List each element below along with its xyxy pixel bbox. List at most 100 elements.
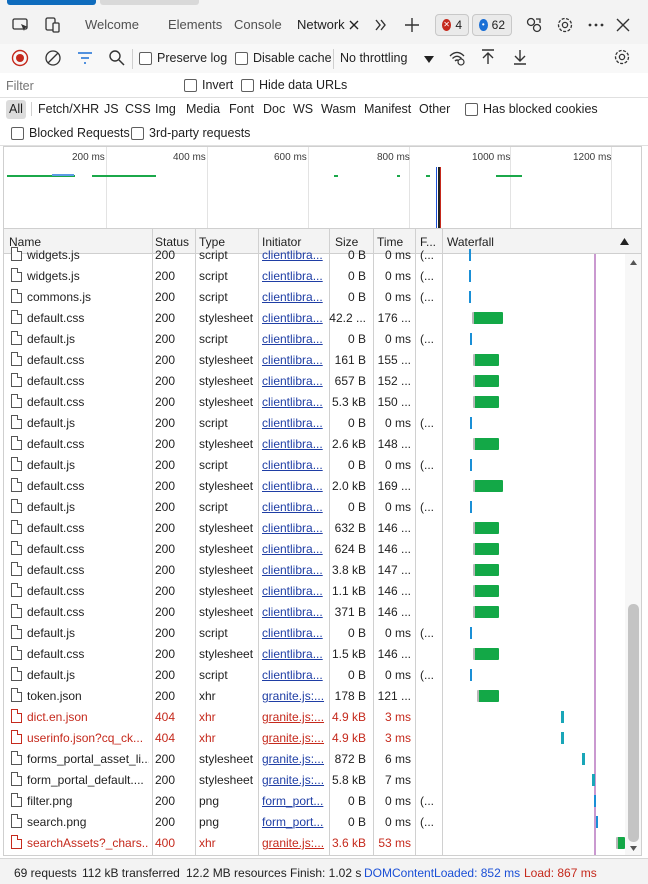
request-initiator[interactable]: granite.js:...	[262, 752, 326, 766]
table-row[interactable]: default.css 200 stylesheet clientlibra... 62…	[4, 539, 624, 560]
has-blocked-cookies-checkbox[interactable]	[465, 103, 478, 116]
request-initiator[interactable]: clientlibra...	[262, 668, 326, 682]
tab-console[interactable]: Console	[234, 17, 282, 32]
table-row[interactable]: default.css 200 stylesheet clientlibra... 16…	[4, 350, 624, 371]
connect-icon[interactable]	[525, 16, 543, 34]
third-party-checkbox[interactable]	[131, 127, 144, 140]
table-row[interactable]: default.css 200 stylesheet clientlibra... 5.…	[4, 392, 624, 413]
table-row[interactable]: default.css 200 stylesheet clientlibra... 3.…	[4, 560, 624, 581]
network-overview[interactable]: 200 ms 400 ms 600 ms 800 ms 1000 ms 1200…	[3, 146, 642, 228]
type-filter-media[interactable]: Media	[186, 102, 220, 116]
table-row[interactable]: forms_portal_asset_li... 200 stylesheet gra…	[4, 749, 624, 770]
disable-cache-checkbox[interactable]	[235, 52, 248, 65]
request-initiator[interactable]: granite.js:...	[262, 731, 326, 745]
import-icon[interactable]	[479, 48, 497, 66]
table-row[interactable]: filter.png 200 png form_port... 0 B 0 ms (...	[4, 791, 624, 812]
type-filter-manifest[interactable]: Manifest	[364, 102, 411, 116]
request-initiator[interactable]: clientlibra...	[262, 647, 326, 661]
request-initiator[interactable]: granite.js:...	[262, 710, 326, 724]
sort-arrow-icon[interactable]	[620, 238, 629, 245]
type-filter-fetch-xhr[interactable]: Fetch/XHR	[38, 102, 99, 116]
table-row[interactable]: default.css 200 stylesheet clientlibra... 37…	[4, 602, 624, 623]
table-row[interactable]: default.css 200 stylesheet clientlibra... 1.…	[4, 644, 624, 665]
inspect-icon[interactable]	[12, 16, 30, 34]
request-initiator[interactable]: granite.js:...	[262, 836, 326, 850]
add-tab-icon[interactable]	[404, 17, 420, 33]
tab-network[interactable]: Network	[297, 17, 345, 32]
request-initiator[interactable]: form_port...	[262, 815, 326, 829]
type-filter-css[interactable]: CSS	[125, 102, 151, 116]
type-filter-doc[interactable]: Doc	[263, 102, 285, 116]
close-icon[interactable]	[349, 20, 359, 30]
request-initiator[interactable]: clientlibra...	[262, 332, 326, 346]
request-initiator[interactable]: clientlibra...	[262, 563, 326, 577]
request-initiator[interactable]: clientlibra...	[262, 290, 326, 304]
record-icon[interactable]	[11, 49, 29, 67]
preserve-log-checkbox[interactable]	[139, 52, 152, 65]
type-filter-js[interactable]: JS	[104, 102, 119, 116]
table-row[interactable]: default.js 200 script clientlibra... 0 B 0 ms…	[4, 497, 624, 518]
issues-badge[interactable]: • 62	[472, 14, 512, 36]
table-row[interactable]: widgets.js 200 script clientlibra... 0 B 0 ms…	[4, 245, 624, 266]
request-initiator[interactable]: granite.js:...	[262, 689, 326, 703]
search-icon[interactable]	[108, 49, 126, 67]
table-row[interactable]: default.css 200 stylesheet clientlibra... 2.…	[4, 434, 624, 455]
close-devtools-icon[interactable]	[614, 16, 632, 34]
request-initiator[interactable]: form_port...	[262, 794, 326, 808]
request-initiator[interactable]: clientlibra...	[262, 479, 326, 493]
request-initiator[interactable]: clientlibra...	[262, 584, 326, 598]
request-initiator[interactable]: clientlibra...	[262, 500, 326, 514]
request-initiator[interactable]: granite.js:...	[262, 773, 326, 787]
request-initiator[interactable]: clientlibra...	[262, 395, 326, 409]
type-filter-ws[interactable]: WS	[293, 102, 313, 116]
table-row[interactable]: default.css 200 stylesheet clientlibra... 65…	[4, 371, 624, 392]
table-row[interactable]: default.js 200 script clientlibra... 0 B 0 ms…	[4, 665, 624, 686]
tab-elements[interactable]: Elements	[168, 17, 222, 32]
table-row[interactable]: default.js 200 script clientlibra... 0 B 0 ms…	[4, 623, 624, 644]
table-scrollbar[interactable]	[625, 254, 641, 855]
more-icon[interactable]	[587, 16, 605, 34]
gear-icon[interactable]	[556, 16, 574, 34]
table-row[interactable]: searchAssets?_chars... 400 xhr granite.js:.…	[4, 833, 625, 854]
clear-icon[interactable]	[44, 49, 62, 67]
scrollbar-thumb[interactable]	[628, 604, 639, 842]
request-initiator[interactable]: clientlibra...	[262, 542, 326, 556]
scroll-up-icon[interactable]	[630, 260, 637, 265]
table-row[interactable]: userinfo.json?cq_ck... 404 xhr granite.js:.…	[4, 728, 624, 749]
table-row[interactable]: token.json 200 xhr granite.js:... 178 B 121 .…	[4, 686, 624, 707]
more-tabs-icon[interactable]	[375, 19, 387, 31]
request-initiator[interactable]: clientlibra...	[262, 626, 326, 640]
device-icon[interactable]	[44, 16, 62, 34]
settings-icon[interactable]	[613, 48, 631, 66]
type-filter-font[interactable]: Font	[229, 102, 254, 116]
table-row[interactable]: default.css 200 stylesheet clientlibra... 2.…	[4, 476, 624, 497]
table-row[interactable]: form_portal_default.... 200 stylesheet gran…	[4, 770, 624, 791]
table-row[interactable]: commons.js 200 script clientlibra... 0 B 0 ms…	[4, 287, 624, 308]
scroll-down-icon[interactable]	[630, 846, 637, 851]
blocked-requests-checkbox[interactable]	[11, 127, 24, 140]
errors-badge[interactable]: ✕ 4	[435, 14, 469, 36]
table-row[interactable]: default.js 200 script clientlibra... 0 B 0 ms…	[4, 329, 624, 350]
request-initiator[interactable]: clientlibra...	[262, 437, 326, 451]
export-icon[interactable]	[511, 48, 529, 66]
request-initiator[interactable]: clientlibra...	[262, 374, 326, 388]
request-initiator[interactable]: clientlibra...	[262, 311, 326, 325]
type-filter-img[interactable]: Img	[155, 102, 176, 116]
request-initiator[interactable]: clientlibra...	[262, 353, 326, 367]
network-conditions-icon[interactable]	[448, 49, 466, 67]
table-row[interactable]: default.css 200 stylesheet clientlibra... 42…	[4, 308, 624, 329]
type-filter-wasm[interactable]: Wasm	[321, 102, 356, 116]
table-row[interactable]: default.js 200 script clientlibra... 0 B 0 ms…	[4, 413, 624, 434]
request-initiator[interactable]: clientlibra...	[262, 605, 326, 619]
table-row[interactable]: default.css 200 stylesheet clientlibra... 63…	[4, 518, 624, 539]
request-initiator[interactable]: clientlibra...	[262, 269, 326, 283]
table-row[interactable]: default.css 200 stylesheet clientlibra... 1.…	[4, 581, 624, 602]
request-initiator[interactable]: clientlibra...	[262, 416, 326, 430]
tab-welcome[interactable]: Welcome	[85, 17, 139, 32]
invert-checkbox[interactable]	[184, 79, 197, 92]
table-row[interactable]: dict.en.json 404 xhr granite.js:... 4.9 kB 3 …	[4, 707, 624, 728]
table-row[interactable]: widgets.js 200 script clientlibra... 0 B 0 ms…	[4, 266, 624, 287]
filter-input[interactable]	[6, 76, 176, 96]
request-initiator[interactable]: clientlibra...	[262, 458, 326, 472]
throttling-select[interactable]: No throttling	[337, 48, 439, 70]
